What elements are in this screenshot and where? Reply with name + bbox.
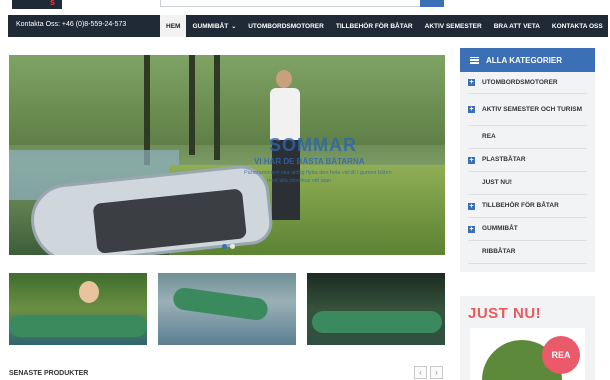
menu-icon	[470, 56, 479, 64]
slide-tree	[189, 55, 195, 155]
slide-title: SOMMAR	[269, 135, 357, 155]
latest-products-title: SENASTE PRODUKTER	[9, 370, 89, 377]
category-item[interactable]: + AKTIV SEMESTER OCH TURISM	[468, 94, 587, 126]
nav-item[interactable]: BRA ATT VETA	[488, 15, 546, 37]
category-item[interactable]: + TILLBEHÖR FÖR BÅTAR	[468, 195, 587, 218]
main-navbar: Kontakta Oss: +46 (0)8-559-24-573 HEM GUM…	[8, 15, 608, 37]
category-header[interactable]: ALLA KATEGORIER	[460, 48, 595, 72]
nav-item[interactable]: KONTAKTA OSS	[546, 15, 609, 37]
slide-subtitle: VI HAR DE BÄSTA BÅTARNA	[254, 157, 365, 166]
latest-nav: ‹ ›	[414, 366, 443, 379]
person-head	[276, 70, 292, 88]
search-input[interactable]	[160, 0, 422, 7]
category-title: ALLA KATEGORIER	[486, 55, 562, 65]
slide-tree	[214, 55, 220, 160]
expand-plus-icon[interactable]: +	[468, 225, 475, 233]
thumb-boat	[312, 311, 442, 333]
nav-item-label: HEM	[166, 22, 181, 30]
nav-item[interactable]: AKTIV SEMESTER	[419, 15, 488, 37]
category-sidebar: ALLA KATEGORIER + UTOMBORDSMOTORER + AKTIV …	[460, 48, 595, 272]
thumbnail-boat-speed[interactable]	[158, 273, 296, 345]
nav-item[interactable]: UTOMBORDSMOTORER	[242, 15, 330, 37]
category-label: AKTIV SEMESTER OCH TURISM	[482, 105, 583, 113]
nav-item-label: GUMMIBÅT	[192, 22, 229, 30]
slide-tree	[144, 55, 150, 165]
category-label: TILLBEHÖR FÖR BÅTAR	[482, 202, 559, 209]
slide-text: Panoramintext ska aldrig flytta den hela…	[244, 170, 392, 176]
expand-plus-icon[interactable]: +	[468, 156, 475, 164]
promo-title: JUST NU!	[468, 305, 542, 322]
promo-box[interactable]: JUST NU! REA	[460, 296, 595, 380]
expand-plus-icon[interactable]: +	[468, 79, 475, 86]
nav-item[interactable]: GUMMIBÅT ⌄	[186, 15, 242, 37]
category-list: + UTOMBORDSMOTORER + AKTIV SEMESTER OCH TUR…	[460, 72, 595, 264]
category-label: GUMMIBÅT	[482, 225, 518, 232]
category-label: RIBBÅTAR	[482, 248, 516, 255]
next-arrow-icon[interactable]: ›	[430, 366, 443, 379]
category-label: JUST NU!	[482, 179, 512, 186]
thumbnail-row	[9, 273, 445, 345]
nav-item-label: UTOMBORDSMOTORER	[248, 22, 324, 30]
thumb-boat	[9, 315, 147, 337]
slider-dot[interactable]	[222, 244, 227, 249]
expand-plus-icon[interactable]: +	[468, 106, 475, 113]
site-logo[interactable]: s	[12, 0, 62, 9]
category-item[interactable]: JUST NU!	[468, 172, 587, 195]
nav-item[interactable]: TILLBEHÖR FÖR BÅTAR	[330, 15, 419, 37]
nav-contact-info: Kontakta Oss: +46 (0)8-559-24-573	[16, 21, 127, 28]
search-button[interactable]	[420, 0, 444, 7]
category-item[interactable]: REA	[468, 126, 587, 149]
thumbnail-boat-men[interactable]	[307, 273, 445, 345]
sale-badge: REA	[542, 336, 580, 374]
category-item[interactable]: + UTOMBORDSMOTORER	[468, 72, 587, 94]
nav-item-label: TILLBEHÖR FÖR BÅTAR	[335, 22, 413, 30]
category-label: PLASTBÅTAR	[482, 156, 526, 163]
thumbnail-child-boat[interactable]	[9, 273, 147, 345]
chevron-down-icon: ⌄	[231, 23, 237, 30]
top-bar: s	[0, 0, 610, 9]
logo-text: s	[50, 0, 56, 7]
hero-slider[interactable]: SOMMAR VI HAR DE BÄSTA BÅTARNA Panoramin…	[9, 55, 445, 255]
expand-plus-icon[interactable]: +	[468, 202, 475, 210]
slider-dot[interactable]	[230, 244, 235, 249]
nav-item-label: BRA ATT VETA	[493, 22, 540, 30]
nav-item-label: KONTAKTA OSS	[551, 22, 603, 30]
slider-dots	[222, 244, 235, 249]
nav-item-label: AKTIV SEMESTER	[424, 22, 482, 30]
category-item[interactable]: + PLASTBÅTAR	[468, 149, 587, 172]
nav-menu: HEM GUMMIBÅT ⌄ UTOMBORDSMOTORER TILLBEHÖR FÖ…	[160, 15, 609, 37]
category-item[interactable]: + GUMMIBÅT	[468, 218, 587, 241]
slide-background	[9, 55, 445, 145]
category-item[interactable]: RIBBÅTAR	[468, 241, 587, 264]
category-label: UTOMBORDSMOTORER	[482, 78, 558, 86]
thumb-child	[79, 281, 99, 303]
prev-arrow-icon[interactable]: ‹	[414, 366, 427, 379]
category-label: REA	[482, 133, 496, 140]
nav-item[interactable]: HEM	[160, 15, 187, 37]
slide-text: med alla utomhus vid utan	[267, 178, 332, 184]
thumb-boat	[171, 286, 270, 322]
